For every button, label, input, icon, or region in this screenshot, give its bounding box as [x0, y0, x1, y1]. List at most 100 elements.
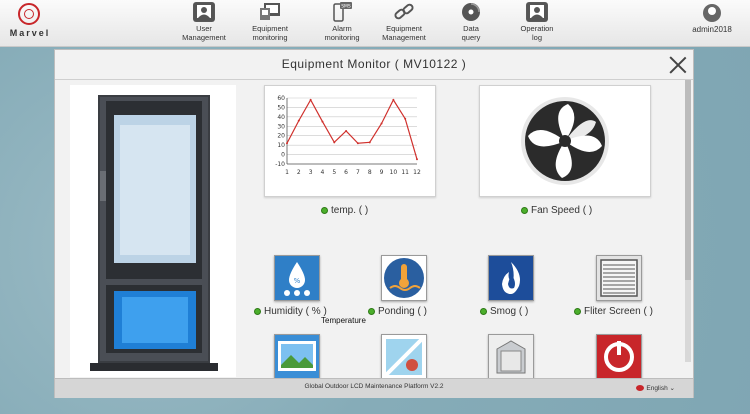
nav-label: monitoring: [252, 33, 288, 42]
nav-label: Management: [382, 33, 426, 42]
brand-logo[interactable]: Marvel: [6, 3, 54, 43]
humidity-sensor-button[interactable]: %: [274, 255, 320, 301]
status-dot-icon: [368, 307, 375, 315]
nav-equipment-management[interactable]: Equipment Management: [369, 2, 439, 42]
nav-user-management[interactable]: User Management: [169, 2, 239, 42]
nav-label: Operation: [520, 24, 554, 33]
smog-status: Smog ( ): [480, 306, 528, 317]
data-point: [297, 119, 300, 122]
x-tick-label: 6: [344, 169, 348, 176]
y-tick-label: -10: [275, 161, 285, 168]
nav-label: Equipment: [386, 24, 422, 33]
svg-text:SMS: SMS: [341, 4, 351, 10]
y-tick-label: 20: [277, 133, 285, 140]
data-point: [392, 98, 395, 101]
y-tick-label: 30: [277, 123, 285, 130]
temp-status: temp. ( ): [321, 205, 368, 216]
dialog-header: Equipment Monitor ( MV10122 ): [55, 50, 693, 80]
x-tick-label: 5: [332, 169, 336, 176]
ponding-status: Ponding ( ): [368, 306, 427, 317]
nav-equipment-monitoring[interactable]: Equipment monitoring: [235, 2, 305, 42]
smog-icon: [502, 262, 520, 294]
status-dot-icon: [521, 206, 528, 214]
close-icon[interactable]: [669, 56, 687, 74]
user-name: admin2018: [692, 25, 732, 34]
fan-speed-card[interactable]: [479, 85, 651, 197]
equipment-monitor-dialog: Equipment Monitor ( MV10122 ) 60 50 40 30 20…: [54, 49, 694, 398]
power-sensor-button[interactable]: [596, 334, 642, 380]
nav-data-query[interactable]: Data query: [436, 2, 506, 42]
smog-label: Smog ( ): [490, 306, 529, 317]
user-card-icon: [193, 2, 215, 22]
cabinet-sensor-button[interactable]: [488, 334, 534, 380]
temperature-line-chart: 6050403020100-101 2 3 4 5 6 7 8 9 10 11 12: [275, 95, 421, 176]
x-tick-label: 9: [380, 169, 384, 176]
user-card-icon: [526, 2, 548, 22]
status-dot-icon: [321, 206, 328, 214]
nav-label: Management: [182, 33, 226, 42]
y-tick-label: 10: [277, 142, 285, 149]
data-point: [345, 130, 348, 132]
data-point: [321, 120, 324, 123]
fan-icon: [521, 97, 609, 185]
data-point: [333, 141, 336, 144]
data-point: [380, 122, 383, 125]
fan-speed-status: Fan Speed ( ): [521, 205, 592, 216]
data-point: [404, 117, 407, 120]
logo-mark-icon: [18, 3, 40, 25]
x-tick-label: 4: [321, 169, 325, 176]
x-tick-label: 1: [285, 169, 289, 176]
x-tick-label: 10: [390, 169, 398, 176]
x-tick-label: 8: [368, 169, 372, 176]
language-selector[interactable]: English ⌄: [636, 384, 675, 392]
power-icon: [604, 341, 634, 372]
humidity-status: Humidity ( % ): [254, 306, 327, 317]
glass-sensor-button[interactable]: [381, 334, 427, 380]
y-tick-label: 50: [277, 104, 285, 111]
data-point: [416, 158, 418, 161]
scrollbar-thumb[interactable]: [685, 80, 691, 280]
smog-sensor-button[interactable]: [488, 255, 534, 301]
nav-operation-log[interactable]: Operation log: [502, 2, 572, 42]
filter-screen-status: Fliter Screen ( ): [574, 306, 653, 317]
sms-phone-icon: SMS: [331, 2, 353, 22]
status-dot-icon: [254, 307, 261, 315]
filter-screen-sensor-button[interactable]: [596, 255, 642, 301]
cabinet-icon: [496, 340, 526, 374]
equipment-image: [70, 85, 236, 377]
language-label: English: [646, 385, 668, 392]
nav-label: Alarm: [332, 24, 352, 33]
status-dot-icon: [480, 307, 487, 315]
dialog-footer: Global Outdoor LCD Maintenance Platform …: [55, 378, 693, 398]
user-menu[interactable]: admin2018: [684, 4, 740, 34]
data-point: [356, 142, 359, 145]
nav-alarm-monitoring[interactable]: SMS Alarm monitoring: [307, 2, 377, 42]
y-tick-label: 60: [277, 95, 285, 102]
humidity-label: Humidity ( % ): [264, 306, 327, 317]
nav-label: User: [196, 24, 212, 33]
dialog-title: Equipment Monitor ( MV10122 ): [281, 57, 467, 71]
y-tick-label: 0: [281, 152, 285, 159]
ponding-icon: [384, 258, 424, 298]
x-tick-label: 12: [413, 169, 421, 176]
tooltip: Temperature: [321, 316, 366, 325]
top-navigation-bar: Marvel User Management Equipment monitor…: [0, 0, 750, 47]
display-sensor-button[interactable]: [274, 334, 320, 380]
chevron-down-icon: ⌄: [667, 385, 675, 392]
y-tick-label: 40: [277, 114, 285, 121]
temp-label: temp. ( ): [331, 205, 369, 216]
nav-label: query: [461, 33, 481, 42]
link-icon: [393, 2, 415, 22]
data-point: [368, 141, 371, 144]
nav-label: log: [531, 33, 542, 42]
nav-label: monitoring: [324, 33, 360, 42]
dialog-scrollbar[interactable]: [685, 80, 691, 362]
humidity-icon: %: [284, 262, 310, 296]
x-tick-label: 11: [401, 169, 409, 176]
temperature-series-line: [286, 98, 418, 160]
ponding-sensor-button[interactable]: [381, 255, 427, 301]
x-tick-label: 7: [356, 169, 360, 176]
fan-speed-label: Fan Speed ( ): [531, 205, 593, 216]
temperature-chart-card[interactable]: 60 50 40 30 20 10 0 -10 1 2 3 4 5 6 7 8 9 10 11 12: [264, 85, 436, 197]
x-tick-label: 2: [297, 169, 301, 176]
